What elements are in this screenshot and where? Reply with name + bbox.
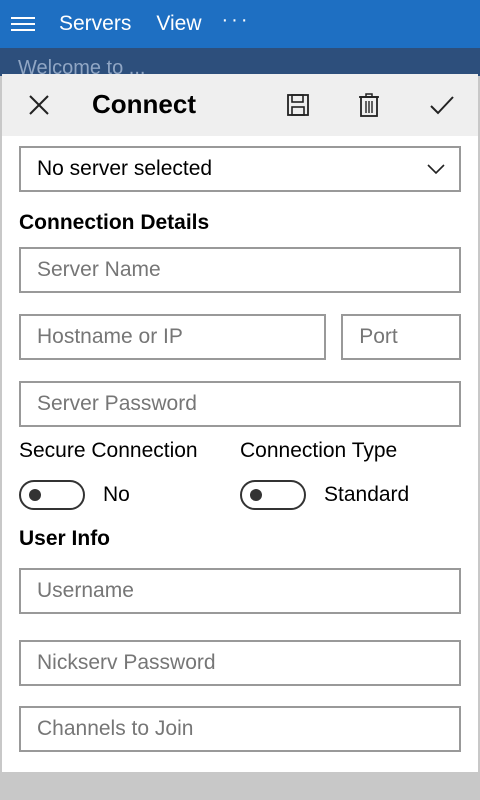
connection-type-label: Connection Type xyxy=(240,439,398,462)
save-icon[interactable] xyxy=(285,92,311,118)
connection-type-group: Connection Type Standard xyxy=(240,439,461,510)
channels-placeholder: Channels to Join xyxy=(37,717,194,740)
secure-connection-label: Secure Connection xyxy=(19,439,198,462)
chevron-down-icon xyxy=(427,164,445,175)
username-placeholder: Username xyxy=(37,579,134,602)
host-port-row: Hostname or IP Port xyxy=(19,314,461,360)
server-password-field[interactable]: Server Password xyxy=(19,381,461,427)
menu-view[interactable]: View xyxy=(156,12,201,36)
bottom-bar xyxy=(0,772,480,800)
delete-icon[interactable] xyxy=(356,92,382,118)
nickserv-password-placeholder: Nickserv Password xyxy=(37,651,216,674)
port-field[interactable]: Port xyxy=(341,314,461,360)
secure-connection-group: Secure Connection No xyxy=(19,439,240,510)
hostname-placeholder: Hostname or IP xyxy=(37,325,183,348)
connect-panel: Connect No server selected Connection De… xyxy=(2,74,478,772)
port-placeholder: Port xyxy=(359,325,398,348)
app-bar: Servers View ··· xyxy=(0,0,480,48)
server-select-value: No server selected xyxy=(37,157,213,180)
hostname-field[interactable]: Hostname or IP xyxy=(19,314,327,360)
menu-icon[interactable] xyxy=(0,0,46,48)
connection-details-heading: Connection Details xyxy=(19,211,210,234)
server-name-placeholder: Server Name xyxy=(37,258,161,281)
menu-servers[interactable]: Servers xyxy=(59,12,131,36)
server-password-placeholder: Server Password xyxy=(37,392,197,415)
secure-connection-toggle[interactable] xyxy=(19,480,85,510)
username-field[interactable]: Username xyxy=(19,568,461,614)
secure-connection-value: No xyxy=(103,483,130,506)
user-info-heading: User Info xyxy=(19,527,111,550)
more-menu-icon[interactable]: ··· xyxy=(222,9,251,32)
panel-header: Connect xyxy=(2,74,478,136)
connection-type-value: Standard xyxy=(324,483,410,506)
toggle-row: Secure Connection No Connection Type Sta… xyxy=(19,439,461,510)
server-name-field[interactable]: Server Name xyxy=(19,247,461,293)
checkmark-icon[interactable] xyxy=(429,92,455,118)
form-content: No server selected Connection Details Se… xyxy=(2,136,478,752)
close-icon[interactable] xyxy=(28,94,50,116)
background-content: Welcome to ... xyxy=(0,48,480,76)
page-title: Connect xyxy=(92,89,196,119)
nickserv-password-field[interactable]: Nickserv Password xyxy=(19,640,461,686)
channels-field[interactable]: Channels to Join xyxy=(19,706,461,752)
connection-type-toggle[interactable] xyxy=(240,480,306,510)
server-select[interactable]: No server selected xyxy=(19,146,461,192)
